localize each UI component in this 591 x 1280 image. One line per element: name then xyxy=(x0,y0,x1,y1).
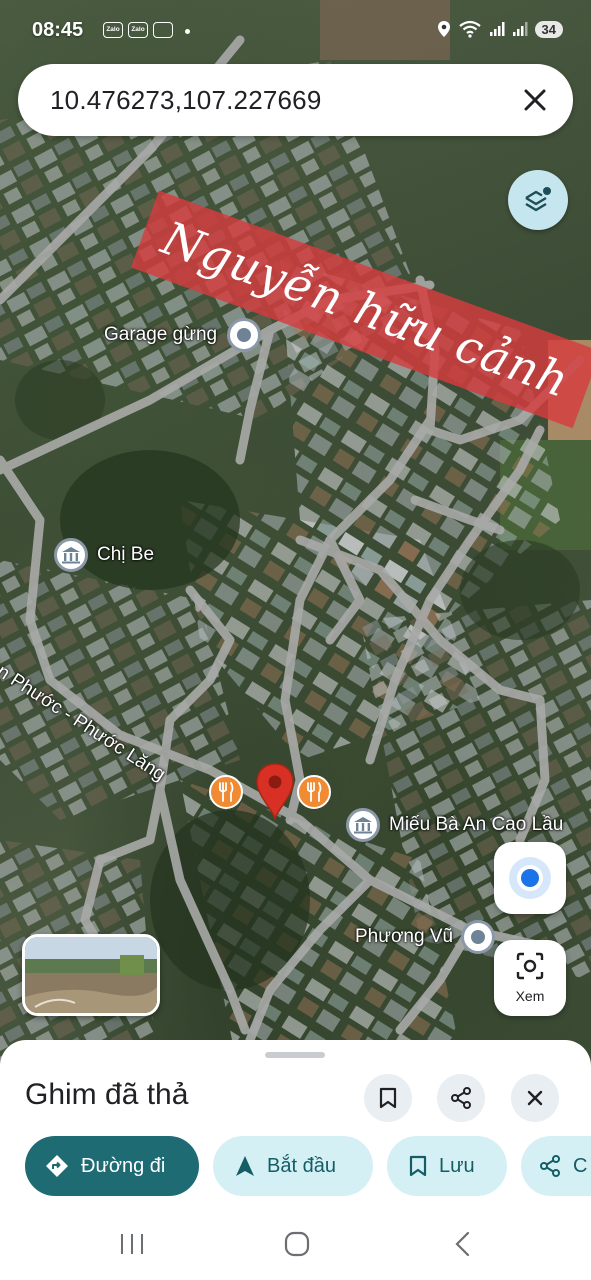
battery-badge: 34 xyxy=(534,20,563,38)
wifi-icon xyxy=(458,20,481,38)
recent-apps-icon[interactable] xyxy=(119,1232,145,1256)
chip-label: Lưu xyxy=(439,1154,475,1177)
search-bar[interactable]: 10.476273,107.227669 xyxy=(18,64,573,136)
place-label: Garage gừng xyxy=(104,324,218,345)
directions-icon xyxy=(46,1155,68,1177)
temple-icon xyxy=(54,538,88,572)
signal-icon xyxy=(489,22,505,36)
navigation-arrow-icon xyxy=(236,1156,254,1176)
zalo-icon: Zalo xyxy=(103,22,123,38)
lens-icon xyxy=(516,952,544,980)
place-label: Phương Vũ xyxy=(355,926,454,947)
share-icon xyxy=(451,1087,471,1109)
directions-chip[interactable]: Đường đi xyxy=(25,1136,199,1196)
chip-label: C xyxy=(573,1154,588,1177)
place-dot-icon xyxy=(227,318,262,352)
dropped-pin-icon[interactable] xyxy=(254,762,296,822)
status-time: 08:45 xyxy=(32,19,84,41)
place-label: Chị Be xyxy=(97,544,155,565)
restaurant-icon[interactable] xyxy=(297,775,331,809)
bookmark-icon xyxy=(409,1155,427,1177)
street-view-thumbnail[interactable] xyxy=(22,934,160,1016)
close-sheet-button[interactable] xyxy=(511,1074,559,1122)
signal-icon xyxy=(512,22,528,36)
close-icon xyxy=(527,1090,543,1106)
my-location-icon xyxy=(517,865,543,891)
zalo-icon: Zalo xyxy=(128,22,148,38)
start-chip[interactable]: Bắt đầu xyxy=(213,1136,373,1196)
my-location-button[interactable] xyxy=(494,842,566,914)
layers-button[interactable] xyxy=(508,170,568,230)
lens-label: Xem xyxy=(515,988,545,1004)
restaurant-icon[interactable] xyxy=(209,775,243,809)
chip-label: Bắt đầu xyxy=(267,1154,336,1177)
place-mieu-ba-an-cao-lau[interactable]: Miếu Bà An Cao Lầu xyxy=(346,808,563,842)
back-icon[interactable] xyxy=(453,1231,471,1257)
status-icons: 34 xyxy=(437,20,563,38)
place-phuong-vu[interactable]: Phương Vũ xyxy=(355,920,496,954)
bookmark-icon xyxy=(379,1087,397,1109)
close-icon[interactable] xyxy=(517,82,553,118)
save-chip[interactable]: Lưu xyxy=(387,1136,507,1196)
notification-dot-icon xyxy=(185,29,190,34)
home-icon[interactable] xyxy=(284,1231,310,1257)
place-garage-gung[interactable]: Garage gừng xyxy=(104,318,262,352)
sheet-title: Ghim đã thả xyxy=(25,1078,189,1111)
status-bar: 08:45 Zalo Zalo 34 xyxy=(0,0,591,62)
place-dot-icon xyxy=(461,920,496,954)
action-chips: Đường đi Bắt đầu Lưu C xyxy=(25,1136,591,1198)
place-label: Miếu Bà An Cao Lầu xyxy=(389,814,564,835)
screenshot-icon xyxy=(153,22,173,38)
lens-button[interactable]: Xem xyxy=(494,940,566,1016)
temple-icon xyxy=(346,808,380,842)
place-chi-be[interactable]: Chị Be xyxy=(54,538,154,572)
share-icon xyxy=(540,1155,560,1177)
sheet-drag-handle[interactable] xyxy=(265,1052,325,1058)
location-icon xyxy=(437,21,450,37)
save-button[interactable] xyxy=(364,1074,412,1122)
system-nav-bar xyxy=(0,1206,591,1280)
share-button[interactable] xyxy=(437,1074,485,1122)
chip-label: Đường đi xyxy=(81,1154,166,1177)
layers-icon xyxy=(525,187,551,212)
search-query[interactable]: 10.476273,107.227669 xyxy=(50,85,322,116)
share-chip[interactable]: C xyxy=(521,1136,591,1196)
